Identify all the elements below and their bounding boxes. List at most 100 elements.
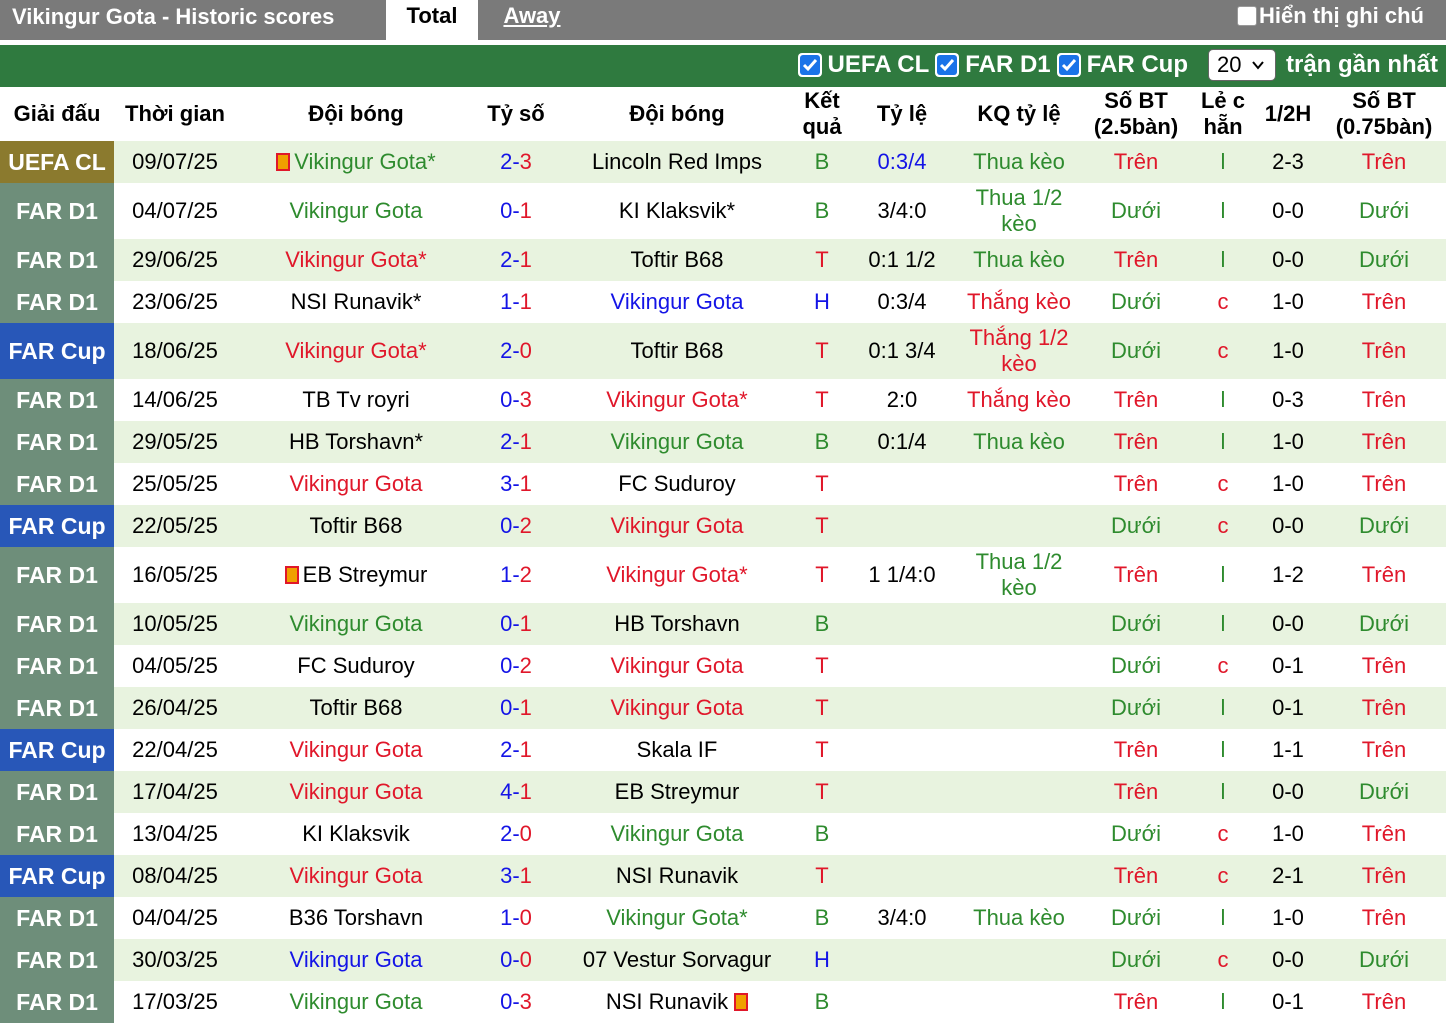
away-team-cell[interactable]: Vikingur Gota	[556, 505, 798, 547]
home-team-text[interactable]: Vikingur Gota	[290, 611, 423, 636]
home-team-cell[interactable]: Vikingur Gota*	[236, 323, 476, 379]
home-team-cell[interactable]: Vikingur Gota	[236, 981, 476, 1023]
away-team-text[interactable]: Vikingur Gota	[611, 289, 744, 314]
home-team-text[interactable]: Toftir B68	[310, 513, 403, 538]
away-team-text[interactable]: NSI Runavik	[606, 989, 728, 1014]
score-cell[interactable]: 3-1	[476, 855, 556, 897]
score-cell[interactable]: 0-1	[476, 183, 556, 239]
home-team-text[interactable]: TB Tv royri	[302, 387, 409, 412]
away-team-cell[interactable]: Vikingur Gota	[556, 645, 798, 687]
away-team-text[interactable]: Vikingur Gota	[611, 653, 744, 678]
home-team-text[interactable]: Vikingur Gota	[290, 198, 423, 223]
score-text[interactable]: 4-1	[500, 779, 532, 804]
score-cell[interactable]: 2-0	[476, 813, 556, 855]
tab-away[interactable]: Away	[484, 0, 580, 40]
away-team-cell[interactable]: EB Streymur	[556, 771, 798, 813]
home-team-cell[interactable]: TB Tv royri	[236, 379, 476, 421]
score-text[interactable]: 0-3	[500, 387, 532, 412]
home-team-cell[interactable]: EB Streymur	[236, 547, 476, 603]
away-team-cell[interactable]: Vikingur Gota	[556, 687, 798, 729]
check-icon[interactable]	[935, 53, 960, 77]
score-cell[interactable]: 1-2	[476, 547, 556, 603]
score-text[interactable]: 1-1	[500, 289, 532, 314]
filter-uefa-cl[interactable]: UEFA CL	[797, 51, 929, 79]
score-text[interactable]: 2-0	[500, 338, 532, 363]
score-cell[interactable]: 2-0	[476, 323, 556, 379]
score-cell[interactable]: 4-1	[476, 771, 556, 813]
score-text[interactable]: 0-1	[500, 695, 532, 720]
away-team-text[interactable]: Lincoln Red Imps	[592, 149, 762, 174]
home-team-text[interactable]: KI Klaksvik	[302, 821, 410, 846]
score-text[interactable]: 0-2	[500, 653, 532, 678]
away-team-text[interactable]: Vikingur Gota	[611, 821, 744, 846]
score-text[interactable]: 0-1	[500, 198, 532, 223]
home-team-cell[interactable]: Vikingur Gota	[236, 463, 476, 505]
score-cell[interactable]: 0-1	[476, 687, 556, 729]
away-team-cell[interactable]: Vikingur Gota*	[556, 897, 798, 939]
home-team-text[interactable]: Vikingur Gota*	[294, 149, 435, 174]
score-text[interactable]: 3-1	[500, 471, 532, 496]
away-team-cell[interactable]: KI Klaksvik*	[556, 183, 798, 239]
away-team-text[interactable]: NSI Runavik	[616, 863, 738, 888]
away-team-text[interactable]: Vikingur Gota*	[606, 562, 747, 587]
away-team-text[interactable]: 07 Vestur Sorvagur	[583, 947, 771, 972]
home-team-cell[interactable]: KI Klaksvik	[236, 813, 476, 855]
home-team-cell[interactable]: HB Torshavn*	[236, 421, 476, 463]
score-text[interactable]: 2-1	[500, 429, 532, 454]
score-text[interactable]: 1-2	[500, 562, 532, 587]
away-team-cell[interactable]: NSI Runavik	[556, 855, 798, 897]
away-team-cell[interactable]: Vikingur Gota	[556, 421, 798, 463]
home-team-text[interactable]: B36 Torshavn	[289, 905, 423, 930]
away-team-cell[interactable]: NSI Runavik	[556, 981, 798, 1023]
away-team-cell[interactable]: FC Suduroy	[556, 463, 798, 505]
score-cell[interactable]: 0-2	[476, 645, 556, 687]
home-team-text[interactable]: Vikingur Gota	[290, 779, 423, 804]
home-team-cell[interactable]: Vikingur Gota*	[236, 239, 476, 281]
home-team-cell[interactable]: NSI Runavik*	[236, 281, 476, 323]
score-cell[interactable]: 2-3	[476, 141, 556, 183]
away-team-text[interactable]: KI Klaksvik*	[619, 198, 735, 223]
score-cell[interactable]: 0-3	[476, 981, 556, 1023]
score-cell[interactable]: 0-3	[476, 379, 556, 421]
home-team-text[interactable]: Vikingur Gota	[290, 863, 423, 888]
score-cell[interactable]: 0-2	[476, 505, 556, 547]
score-text[interactable]: 1-0	[500, 905, 532, 930]
away-team-cell[interactable]: Skala IF	[556, 729, 798, 771]
home-team-text[interactable]: Vikingur Gota	[290, 737, 423, 762]
show-notes-checkbox[interactable]	[1237, 6, 1257, 26]
score-text[interactable]: 2-1	[500, 737, 532, 762]
home-team-cell[interactable]: Toftir B68	[236, 687, 476, 729]
score-cell[interactable]: 2-1	[476, 729, 556, 771]
home-team-text[interactable]: Vikingur Gota*	[285, 338, 426, 363]
score-cell[interactable]: 1-0	[476, 897, 556, 939]
away-team-cell[interactable]: Vikingur Gota*	[556, 547, 798, 603]
check-icon[interactable]	[797, 53, 822, 77]
check-icon[interactable]	[1056, 53, 1081, 77]
home-team-text[interactable]: FC Suduroy	[297, 653, 414, 678]
home-team-text[interactable]: Vikingur Gota	[290, 947, 423, 972]
away-team-text[interactable]: Toftir B68	[631, 338, 724, 363]
score-text[interactable]: 2-3	[500, 149, 532, 174]
home-team-cell[interactable]: Vikingur Gota*	[236, 141, 476, 183]
away-team-cell[interactable]: Vikingur Gota*	[556, 379, 798, 421]
score-text[interactable]: 0-0	[500, 947, 532, 972]
away-team-text[interactable]: Vikingur Gota	[611, 695, 744, 720]
filter-far-cup[interactable]: FAR Cup	[1056, 51, 1188, 79]
home-team-text[interactable]: NSI Runavik*	[291, 289, 422, 314]
tab-total[interactable]: Total	[386, 0, 478, 40]
filter-far-d1[interactable]: FAR D1	[935, 51, 1051, 79]
away-team-cell[interactable]: Vikingur Gota	[556, 281, 798, 323]
home-team-text[interactable]: Vikingur Gota*	[285, 247, 426, 272]
score-text[interactable]: 2-0	[500, 821, 532, 846]
home-team-text[interactable]: EB Streymur	[303, 562, 428, 587]
home-team-cell[interactable]: Vikingur Gota	[236, 939, 476, 981]
score-cell[interactable]: 0-0	[476, 939, 556, 981]
home-team-text[interactable]: HB Torshavn*	[289, 429, 423, 454]
score-text[interactable]: 0-1	[500, 611, 532, 636]
home-team-cell[interactable]: Vikingur Gota	[236, 855, 476, 897]
home-team-cell[interactable]: Vikingur Gota	[236, 729, 476, 771]
score-cell[interactable]: 2-1	[476, 421, 556, 463]
away-team-text[interactable]: Vikingur Gota*	[606, 905, 747, 930]
home-team-text[interactable]: Vikingur Gota	[290, 471, 423, 496]
home-team-cell[interactable]: Vikingur Gota	[236, 183, 476, 239]
